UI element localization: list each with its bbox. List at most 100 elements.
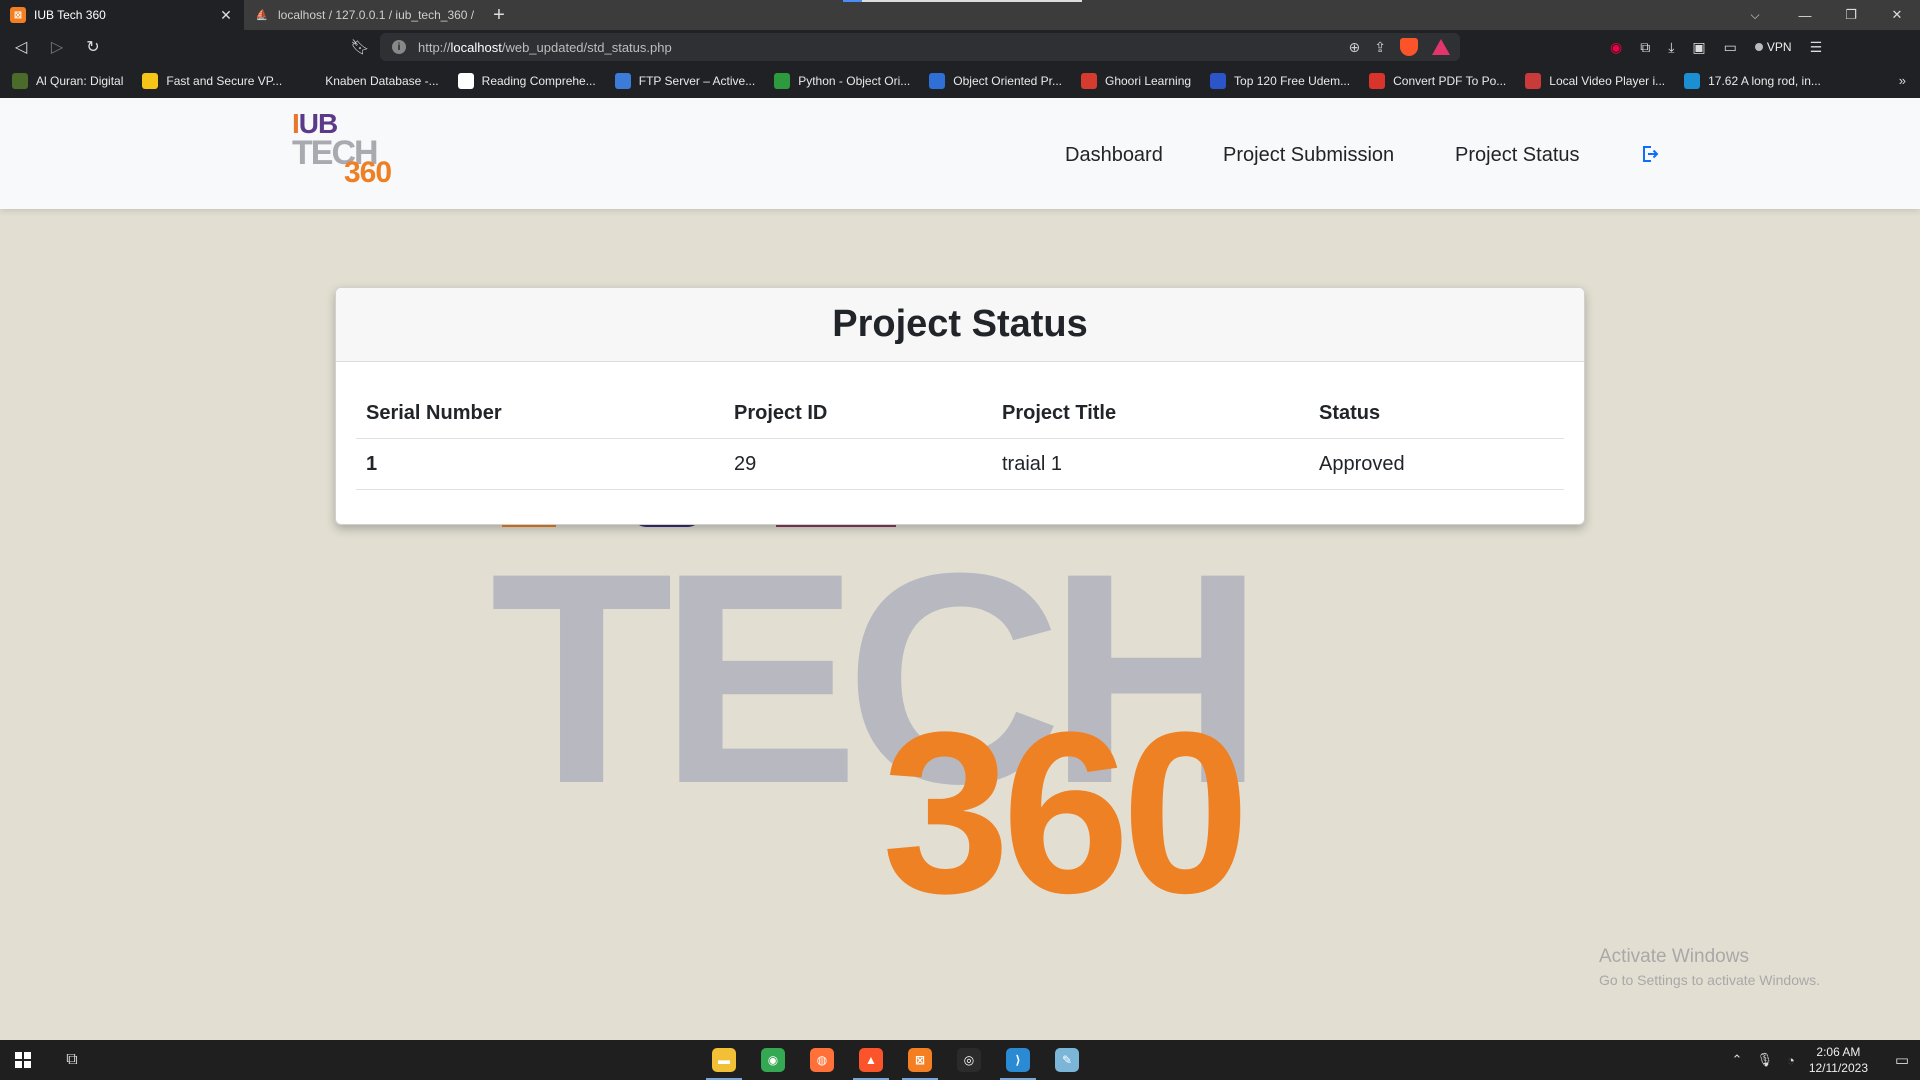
watermark-subtitle: Go to Settings to activate Windows. [1599,972,1820,988]
bookmark-label: Fast and Secure VP... [166,74,283,88]
nav-project-submission-link[interactable]: Project Submission [1223,144,1394,167]
tab-title: localhost / 127.0.0.1 / iub_tech_360 / t [278,8,474,22]
vpn-button[interactable]: VPN [1754,40,1792,54]
notification-icon[interactable]: ▭ [1884,1051,1920,1069]
address-toolbar: ◁ ▷ ↻ 🔖︎ i http://localhost/web_updated/… [0,30,1920,64]
menu-icon[interactable]: ☰ [1810,39,1823,56]
tab-iub-tech-360[interactable]: ⊠ IUB Tech 360 ✕ [0,0,244,30]
background-logo-art: TECH 360 [0,98,1920,1040]
bookmark-item[interactable]: Object Oriented Pr... [929,73,1062,89]
minimize-icon[interactable]: — [1782,0,1828,30]
bookmark-item[interactable]: Fast and Secure VP... [142,73,282,89]
vpn-label: VPN [1766,40,1792,54]
logout-icon[interactable] [1640,144,1660,164]
url-tools: ⊕ ⇪ [1349,33,1450,61]
download-icon[interactable]: ⤓ [1668,39,1674,56]
bookmark-item[interactable]: Python - Object Ori... [774,73,910,89]
wifi-icon[interactable]: ◔ [1787,1053,1795,1068]
bookmark-favicon-icon [12,73,28,89]
bookmark-item[interactable]: 17.62 A long rod, in... [1684,73,1821,89]
bookmark-item[interactable]: Al Quran: Digital [12,73,123,89]
phpmyadmin-favicon-icon: ⛵ [255,9,269,21]
brave-shields-icon[interactable] [1400,38,1418,56]
obs-icon: ◎ [957,1048,981,1072]
tray-overflow-chevron-icon[interactable]: ⌃ [1732,1052,1743,1068]
sidebar-icon[interactable]: ▣ [1692,39,1705,56]
bookmark-label: Knaben Database -... [325,74,439,88]
windows-taskbar: ⧉ ▬ ◉ ◍ ▲ ⊠ ◎ ⟩ ✎ ⌃ 🎙︎ ◔ 2:06 AM 12/11/2023 ▭ [0,1040,1920,1080]
bookmark-favicon-icon [929,73,946,89]
url-input[interactable]: i http://localhost/web_updated/std_statu… [380,33,1460,61]
bookmark-item[interactable]: Local Video Player i... [1525,73,1665,89]
microphone-icon[interactable]: 🎙︎ [1756,1052,1773,1068]
bookmark-favicon-icon [1210,73,1227,89]
nav-project-status-link[interactable]: Project Status [1455,144,1580,167]
bookmark-label: Convert PDF To Po... [1393,74,1507,88]
new-tab-icon[interactable]: + [484,0,514,30]
wallet-icon[interactable]: ▭ [1724,39,1737,56]
share-icon[interactable]: ⇪ [1374,39,1386,56]
zoom-icon[interactable]: ⊕ [1349,39,1361,56]
header-project-id: Project ID [734,402,828,424]
taskbar-app-chrome[interactable]: ◉ [749,1040,797,1080]
site-info-icon[interactable]: i [392,40,406,54]
url-host: localhost [450,39,502,55]
task-view-icon[interactable]: ⧉ [52,1040,92,1080]
tab-title: IUB Tech 360 [34,8,106,22]
taskbar-app-firefox[interactable]: ◍ [798,1040,846,1080]
brave-icon: ▲ [859,1048,883,1072]
puzzle-extensions-icon[interactable]: ⧉ [1640,39,1650,56]
loading-bar-track [862,0,1082,2]
bookmark-label: Reading Comprehe... [481,74,596,88]
bookmark-item[interactable]: FTP Server – Active... [614,73,755,89]
taskbar-app-brave[interactable]: ▲ [847,1040,895,1080]
window-controls: — ❐ ✕ [1782,0,1920,30]
taskbar-app-vscode[interactable]: ⟩ [994,1040,1042,1080]
bookmark-label: Local Video Player i... [1549,74,1666,88]
header-serial-number: Serial Number [366,402,502,424]
brave-rewards-icon[interactable] [1432,39,1450,55]
xampp-favicon-icon: ⊠ [10,7,26,23]
bookmark-item[interactable]: Knaben Database -... [301,73,439,89]
forward-icon[interactable]: ▷ [42,32,72,62]
bookmark-item[interactable]: Ghoori Learning [1080,73,1191,89]
back-icon[interactable]: ◁ [6,32,36,62]
page-title: Project Status [832,303,1088,345]
clock-time: 2:06 AM [1816,1045,1861,1059]
bookmark-item[interactable]: Top 120 Free Udem... [1210,73,1350,89]
bookmark-item[interactable]: Reading Comprehe... [457,73,596,89]
project-status-table: Serial Number Project ID Project Title S… [356,388,1564,490]
notepad-icon: ✎ [1055,1048,1079,1072]
close-window-icon[interactable]: ✕ [1874,0,1920,30]
tab-search-chevron-icon[interactable]: ⌵ [1740,0,1770,30]
chrome-icon: ◉ [761,1048,785,1072]
bookmark-item[interactable]: Convert PDF To Po... [1369,73,1506,89]
taskbar-app-file-explorer[interactable]: ▬ [700,1040,748,1080]
taskbar-clock[interactable]: 2:06 AM 12/11/2023 [1809,1044,1868,1076]
site-logo[interactable]: IUB TECH 360 [292,110,422,194]
close-tab-icon[interactable]: ✕ [218,7,234,24]
nav-dashboard-link[interactable]: Dashboard [1065,144,1163,167]
taskbar-app-notepad[interactable]: ✎ [1043,1040,1091,1080]
windows-logo-icon [15,1052,31,1068]
cell-project-id: 29 [734,453,757,475]
header-project-title: Project Title [1002,402,1117,424]
start-button[interactable] [0,1040,46,1080]
bookmark-label: 17.62 A long rod, in... [1708,74,1821,88]
header-status: Status [1319,402,1381,424]
restore-icon[interactable]: ❐ [1828,0,1874,30]
cell-status: Approved [1319,453,1405,475]
bookmark-label: Object Oriented Pr... [953,74,1062,88]
bookmark-favicon-icon [1525,73,1542,89]
reload-icon[interactable]: ↻ [78,32,108,62]
taskbar-app-obs[interactable]: ◎ [945,1040,993,1080]
taskbar-app-xampp[interactable]: ⊠ [896,1040,944,1080]
bookmark-favicon-icon [614,73,631,89]
watermark-title: Activate Windows [1599,946,1749,967]
site-navbar: IUB TECH 360 Dashboard Project Submissio… [0,98,1920,209]
bookmark-icon[interactable]: 🔖︎ [345,32,375,62]
extension-icon[interactable]: ◉ [1610,39,1622,56]
tab-phpmyadmin[interactable]: ⛵ localhost / 127.0.0.1 / iub_tech_360 /… [244,0,484,30]
logo-360: 360 [344,156,392,189]
more-bookmarks-icon[interactable]: » [1899,73,1906,88]
